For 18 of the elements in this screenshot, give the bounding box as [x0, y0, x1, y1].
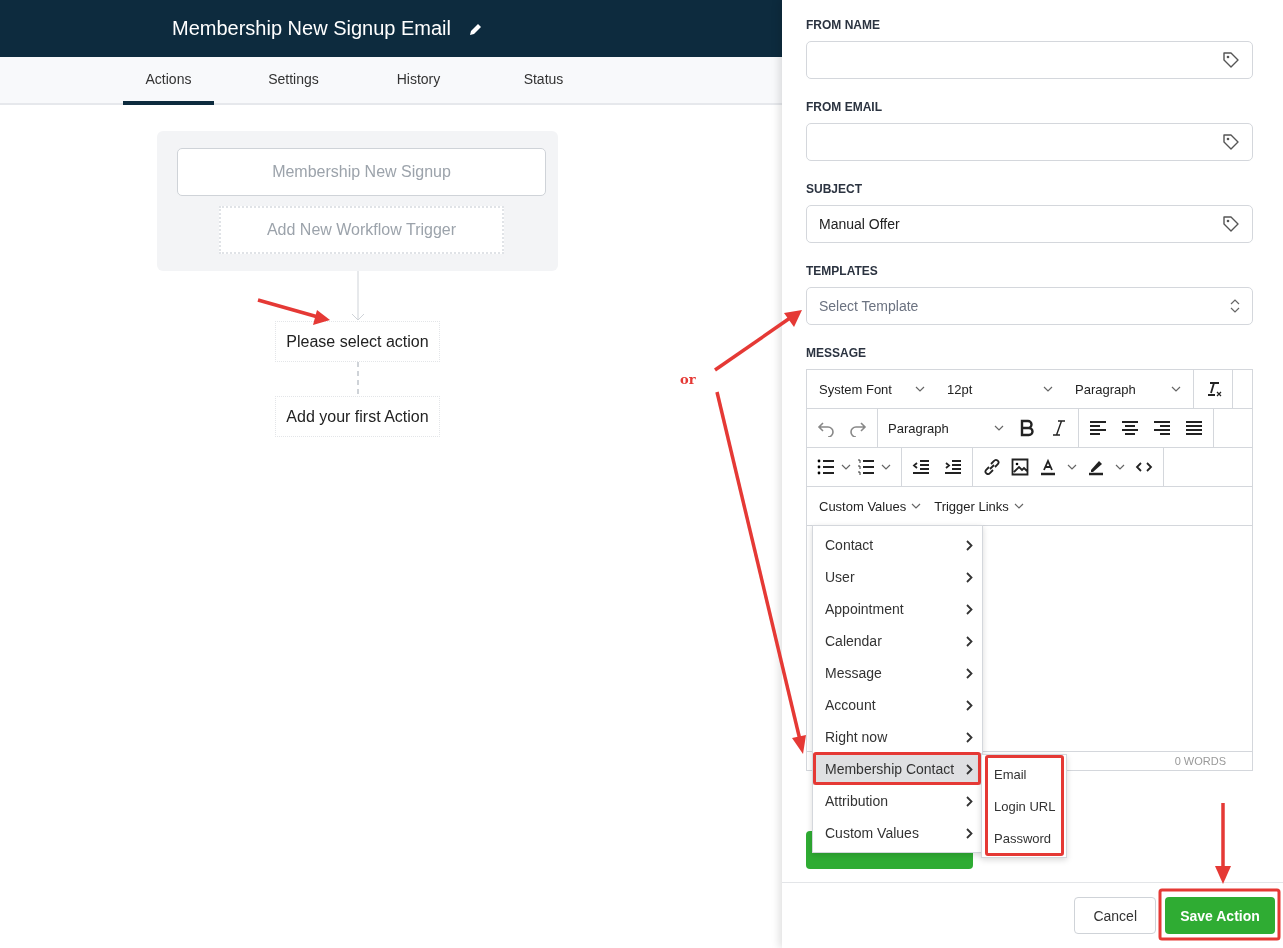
menu-item-label: Account	[825, 697, 876, 713]
field-label: MESSAGE	[806, 346, 866, 360]
field-label: FROM EMAIL	[806, 100, 882, 114]
menu-item-label: Custom Values	[825, 825, 919, 841]
word-count: 0 WORDS	[1174, 755, 1226, 767]
menu-item-label: Appointment	[825, 601, 904, 617]
menu-item-label: Right now	[825, 729, 888, 745]
menu-item-label: Contact	[825, 537, 874, 553]
annotation-label: or	[680, 372, 696, 387]
menu-item-label: Attribution	[825, 793, 889, 809]
workflow-title: Membership New Signup Email	[172, 17, 451, 40]
field-label: TEMPLATES	[806, 264, 878, 278]
field-label: FROM NAME	[806, 18, 880, 32]
menu-item-label: User	[825, 569, 855, 585]
menu-item-label: Message	[825, 665, 882, 681]
menu-item-label: Calendar	[825, 633, 882, 649]
menu-item-label: Membership Contact	[825, 761, 955, 777]
field-label: SUBJECT	[806, 182, 862, 196]
